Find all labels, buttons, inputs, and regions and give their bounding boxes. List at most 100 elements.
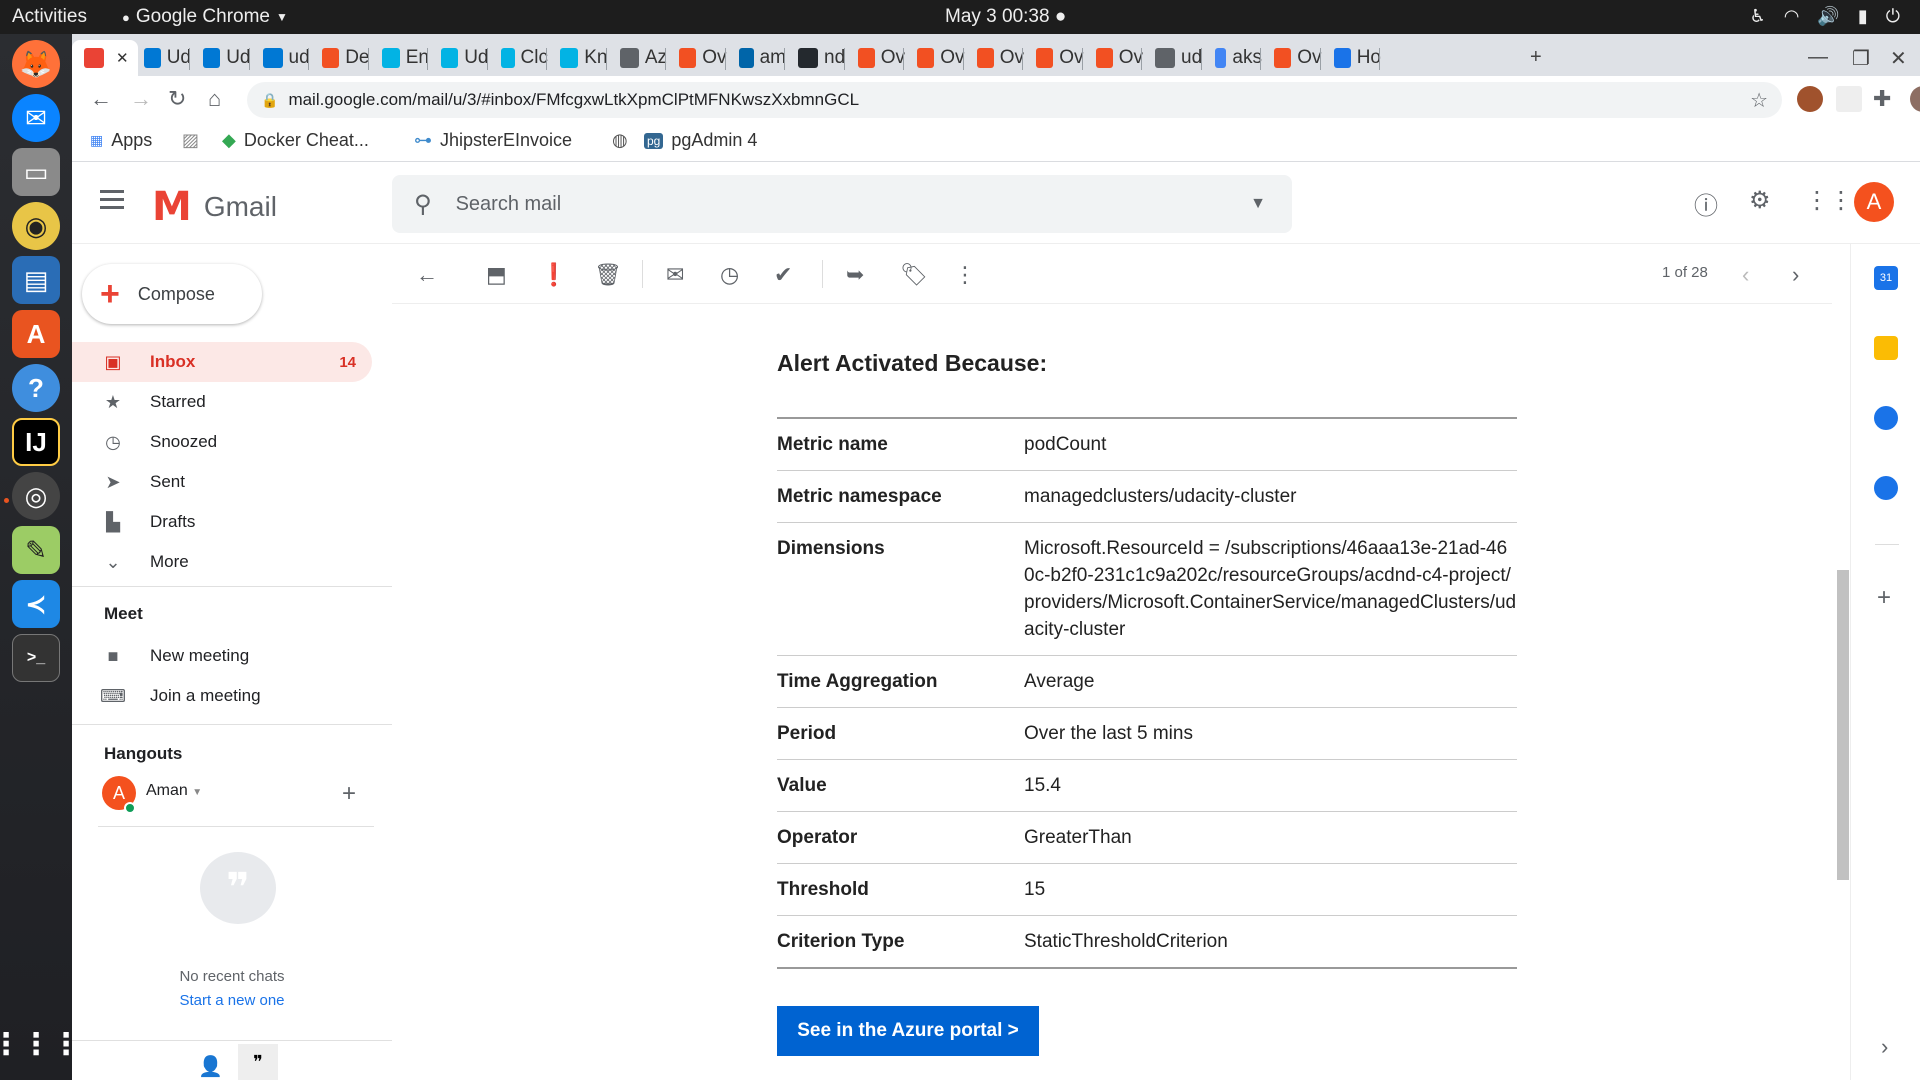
nav-item-drafts[interactable]: ▙ Drafts bbox=[72, 502, 372, 542]
tasks-icon[interactable] bbox=[1874, 406, 1898, 430]
start-new-chat-link[interactable]: Start a new one bbox=[72, 992, 392, 1009]
bookmark-item[interactable]: ▨ bbox=[182, 130, 199, 151]
reload-icon[interactable]: ↻ bbox=[168, 86, 186, 112]
nav-item-sent[interactable]: ➤ Sent bbox=[72, 462, 372, 502]
account-avatar[interactable]: A bbox=[1854, 182, 1894, 222]
browser-tab[interactable]: Ho bbox=[1322, 40, 1381, 76]
bookmark-star-icon[interactable]: ☆ bbox=[1750, 88, 1768, 113]
software-icon[interactable]: A bbox=[12, 310, 60, 358]
intellij-icon[interactable]: IJ bbox=[12, 418, 60, 466]
clock[interactable]: May 3 00:38 ● bbox=[945, 6, 1066, 28]
more-options-icon[interactable]: ⋮ bbox=[954, 262, 976, 288]
browser-tab[interactable]: Ov bbox=[1262, 40, 1322, 76]
browser-tab[interactable]: am bbox=[727, 40, 786, 76]
main-menu-icon[interactable] bbox=[100, 190, 124, 214]
app-menu[interactable]: ● Google Chrome ▼ bbox=[122, 6, 288, 28]
get-addons-plus-icon[interactable]: + bbox=[1877, 584, 1891, 612]
report-spam-icon[interactable]: ❗ bbox=[540, 262, 567, 288]
chrome-dock-icon[interactable]: ◎ bbox=[12, 472, 60, 520]
browser-tab[interactable]: Az bbox=[608, 40, 667, 76]
hangouts-user-name[interactable]: Aman ▼ bbox=[146, 782, 202, 800]
files-icon[interactable]: ▭ bbox=[12, 148, 60, 196]
bookmark-apps[interactable]: ▦ Apps bbox=[90, 130, 152, 151]
bookmark-item[interactable]: ◍ bbox=[612, 130, 628, 151]
label-icon[interactable]: 🏷 bbox=[900, 262, 928, 288]
gmail-logo[interactable]: M Gmail bbox=[152, 184, 277, 230]
browser-tab[interactable]: ud bbox=[251, 40, 311, 76]
thunderbird-icon[interactable]: ✉ bbox=[12, 94, 60, 142]
search-options-icon[interactable]: ▼ bbox=[1250, 195, 1266, 213]
archive-icon[interactable]: ⬒ bbox=[486, 262, 507, 288]
profile-avatar[interactable] bbox=[1910, 86, 1920, 112]
browser-tab[interactable]: Ov bbox=[846, 40, 905, 76]
show-side-panel-chevron-icon[interactable]: › bbox=[1881, 1034, 1888, 1060]
editor-icon[interactable]: ✎ bbox=[12, 526, 60, 574]
contacts-icon[interactable] bbox=[1874, 476, 1898, 500]
bookmark-pgadmin[interactable]: pg pgAdmin 4 bbox=[644, 130, 757, 151]
wifi-icon[interactable]: ◠ bbox=[1784, 6, 1800, 27]
browser-tab[interactable]: ✕ bbox=[72, 40, 138, 76]
browser-tab[interactable]: Ov bbox=[965, 40, 1024, 76]
new-tab-button[interactable]: + bbox=[1530, 46, 1542, 69]
calendar-icon[interactable]: 31 bbox=[1874, 266, 1898, 290]
join-meeting-item[interactable]: ⌨ Join a meeting bbox=[72, 676, 372, 716]
scrollbar-thumb[interactable] bbox=[1837, 570, 1849, 880]
keep-icon[interactable] bbox=[1874, 336, 1898, 360]
search-input[interactable]: Search mail bbox=[456, 193, 562, 216]
browser-tab[interactable]: Clc bbox=[489, 40, 548, 76]
system-tray[interactable]: ♿ ◠ 🔊 ▮ ⏻ bbox=[1750, 6, 1900, 27]
browser-tab[interactable]: aks bbox=[1203, 40, 1262, 76]
close-tab-icon[interactable]: ✕ bbox=[116, 49, 129, 67]
settings-gear-icon[interactable]: ⚙ bbox=[1749, 186, 1771, 215]
browser-tab[interactable]: Kn bbox=[548, 40, 608, 76]
new-meeting-item[interactable]: ■ New meeting bbox=[72, 636, 372, 676]
azure-portal-button[interactable]: See in the Azure portal > bbox=[777, 1006, 1039, 1056]
volume-icon[interactable]: 🔊 bbox=[1817, 6, 1839, 27]
extensions-puzzle-icon[interactable]: ✚ bbox=[1873, 86, 1891, 112]
move-to-icon[interactable]: ➥ bbox=[846, 262, 864, 288]
browser-tab[interactable]: Ud bbox=[191, 40, 251, 76]
show-apps-icon[interactable]: ⋮⋮⋮ bbox=[0, 1020, 81, 1068]
browser-tab[interactable]: Ov bbox=[1024, 40, 1084, 76]
nav-item-snoozed[interactable]: ◷ Snoozed bbox=[72, 422, 372, 462]
lock-icon[interactable]: 🔒 bbox=[261, 92, 278, 109]
browser-tab[interactable]: Ov bbox=[1084, 40, 1143, 76]
extension-icon[interactable] bbox=[1797, 86, 1823, 112]
snooze-icon[interactable]: ◷ bbox=[720, 262, 739, 288]
terminal-icon[interactable]: >_ bbox=[12, 634, 60, 682]
rhythmbox-icon[interactable]: ◉ bbox=[12, 202, 60, 250]
back-icon[interactable]: ← bbox=[90, 86, 112, 112]
search-bar[interactable]: ⚲ Search mail ▼ bbox=[392, 175, 1292, 233]
nav-item-starred[interactable]: ★ Starred bbox=[72, 382, 372, 422]
delete-icon[interactable]: 🗑 bbox=[594, 262, 622, 288]
extension-icon[interactable] bbox=[1836, 86, 1862, 112]
activities-button[interactable]: Activities bbox=[12, 6, 87, 28]
search-icon[interactable]: ⚲ bbox=[414, 190, 432, 219]
new-chat-plus-icon[interactable]: + bbox=[342, 780, 356, 808]
power-icon[interactable]: ⏻ bbox=[1886, 6, 1900, 27]
browser-tab[interactable]: nd bbox=[786, 40, 846, 76]
bookmark-docker[interactable]: ◆ Docker Cheat... bbox=[222, 130, 369, 151]
accessibility-icon[interactable]: ♿ bbox=[1750, 6, 1766, 27]
newer-chevron-icon[interactable]: ‹ bbox=[1742, 262, 1749, 288]
help-icon[interactable]: ⓘ bbox=[1694, 186, 1718, 221]
forward-icon[interactable]: → bbox=[130, 86, 152, 112]
restore-button[interactable]: ❐ bbox=[1852, 46, 1870, 71]
browser-tab[interactable]: En bbox=[370, 40, 429, 76]
add-to-tasks-icon[interactable]: ✔ bbox=[774, 262, 792, 288]
browser-tab[interactable]: Ov bbox=[667, 40, 727, 76]
browser-tab[interactable]: ud bbox=[1143, 40, 1203, 76]
bookmark-jhipster[interactable]: ⊶ JhipsterEInvoice bbox=[414, 130, 572, 151]
browser-tab[interactable]: Ud bbox=[132, 40, 191, 76]
vscode-dock-icon[interactable]: ≺ bbox=[12, 580, 60, 628]
older-chevron-icon[interactable]: › bbox=[1792, 262, 1799, 288]
minimize-button[interactable]: — bbox=[1808, 46, 1828, 69]
home-icon[interactable]: ⌂ bbox=[208, 86, 221, 112]
close-window-button[interactable]: ✕ bbox=[1890, 46, 1907, 71]
nav-item-inbox[interactable]: ▣ Inbox 14 bbox=[72, 342, 372, 382]
browser-tab[interactable]: Ud bbox=[429, 40, 489, 76]
contacts-person-icon[interactable]: 👤 bbox=[198, 1054, 223, 1079]
help-icon[interactable]: ? bbox=[12, 364, 60, 412]
mark-unread-icon[interactable]: ✉ bbox=[666, 262, 684, 288]
back-to-inbox-icon[interactable]: ← bbox=[416, 262, 438, 288]
